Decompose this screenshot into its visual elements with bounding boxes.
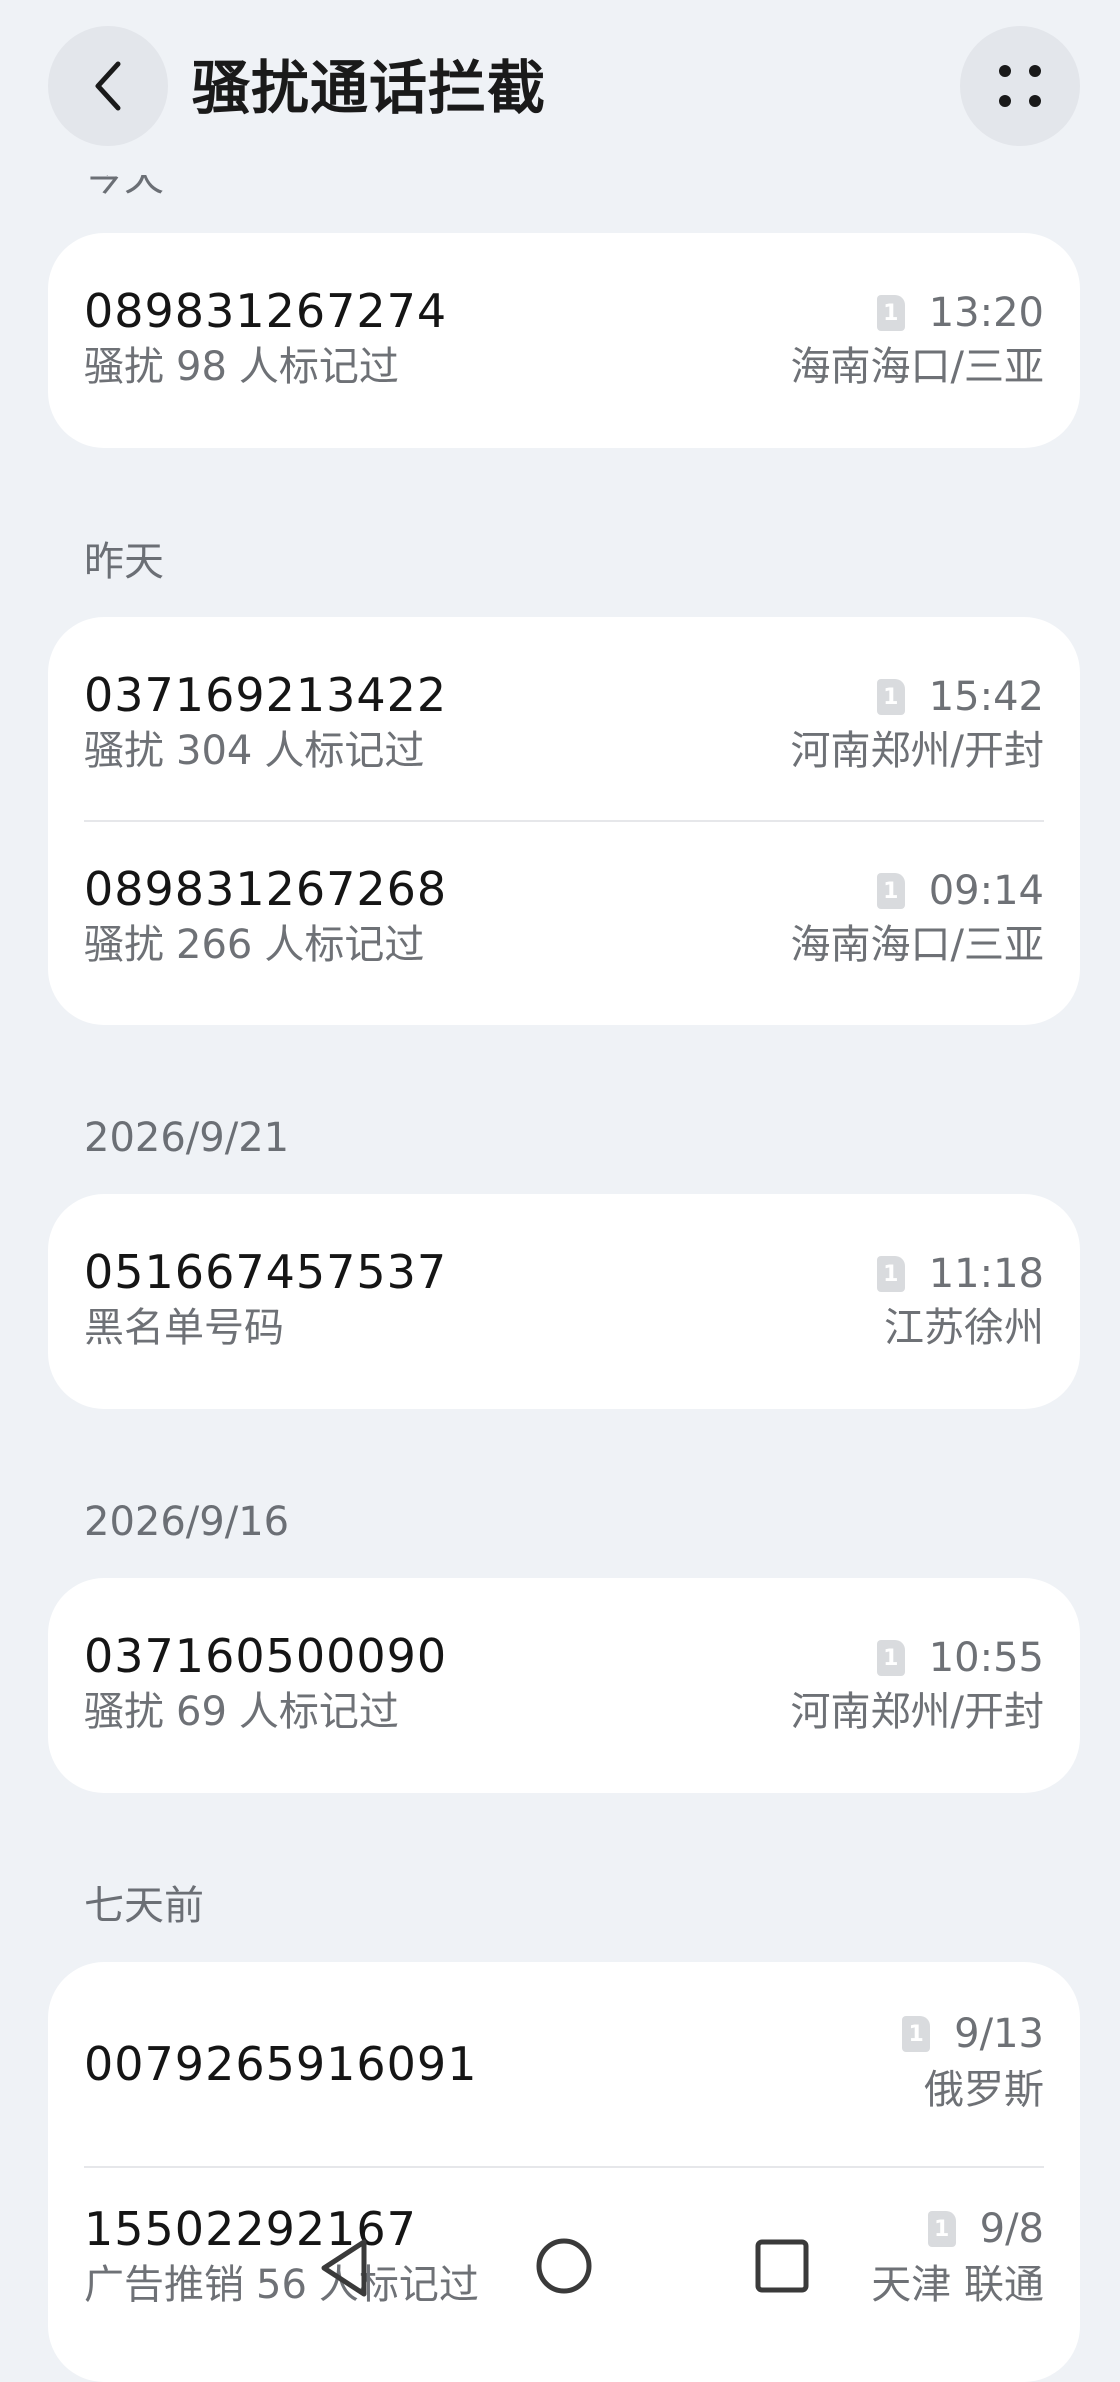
more-dots-icon: [999, 65, 1041, 107]
back-button[interactable]: [48, 26, 168, 146]
card-week: 0079265916091 1 9/13 俄罗斯 15502292167 广告推…: [48, 1962, 1080, 2382]
call-row[interactable]: 0079265916091 1 9/13 俄罗斯: [48, 1962, 1080, 2167]
call-row[interactable]: 089831267274 骚扰 98 人标记过 1 13:20 海南海口/三亚: [48, 233, 1080, 448]
call-time: 9/13: [954, 2011, 1044, 2057]
phone-number: 089831267274: [84, 284, 448, 338]
call-location: 江苏徐州: [884, 1305, 1044, 1351]
section-label-date: 2026/9/16: [84, 1499, 290, 1545]
call-description: 骚扰 98 人标记过: [84, 344, 399, 390]
phone-number: 051667457537: [84, 1245, 448, 1299]
phone-number: 037169213422: [84, 668, 448, 722]
call-time-group: 1 15:42: [876, 671, 1044, 723]
sim-card-icon: 1: [876, 679, 905, 715]
call-row[interactable]: 051667457537 黑名单号码 1 11:18 江苏徐州: [48, 1194, 1080, 1409]
call-location: 河南郑州/开封: [790, 1689, 1044, 1735]
card-yesterday: 037169213422 骚扰 304 人标记过 1 15:42 河南郑州/开封 0…: [48, 617, 1080, 1025]
section-label-week: 七天前: [84, 1883, 204, 1929]
call-time-group: 1 10:55: [876, 1632, 1044, 1684]
back-arrow-icon: [95, 61, 121, 111]
call-description: 骚扰 69 人标记过: [84, 1689, 399, 1735]
sim-card-icon: 1: [876, 295, 905, 331]
call-row[interactable]: 037160500090 骚扰 69 人标记过 1 10:55 河南郑州/开封: [48, 1578, 1080, 1793]
call-time: 10:55: [928, 1635, 1044, 1681]
section-label-yesterday: 昨天: [84, 539, 164, 585]
card-date: 037160500090 骚扰 69 人标记过 1 10:55 河南郑州/开封: [48, 1578, 1080, 1793]
phone-number: 089831267268: [84, 862, 448, 916]
card-date: 051667457537 黑名单号码 1 11:18 江苏徐州: [48, 1194, 1080, 1409]
top-app-bar: 骚扰通话拦截: [0, 0, 1120, 175]
phone-number: 037160500090: [84, 1629, 448, 1683]
call-location: 河南郑州/开封: [790, 728, 1044, 774]
call-row[interactable]: 089831267268 骚扰 266 人标记过 1 09:14 海南海口/三亚: [48, 821, 1080, 1025]
phone-number: 0079265916091: [84, 2037, 478, 2091]
call-location: 海南海口/三亚: [790, 922, 1044, 968]
call-time: 11:18: [928, 1251, 1044, 1297]
call-log-list: 今天 089831267274 骚扰 98 人标记过 1 13:20 海南海口/三亚…: [0, 0, 1120, 2382]
call-time-group: 1 11:18: [876, 1248, 1044, 1300]
call-location: 俄罗斯: [924, 2067, 1044, 2113]
nav-home-icon[interactable]: [534, 2236, 594, 2296]
sim-card-icon: 1: [876, 873, 905, 909]
call-location: 海南海口/三亚: [790, 344, 1044, 390]
nav-back-icon[interactable]: [316, 2236, 372, 2300]
sim-card-icon: 1: [902, 2016, 931, 2052]
call-description: 黑名单号码: [84, 1305, 284, 1351]
call-description: 骚扰 266 人标记过: [84, 922, 425, 968]
call-time-group: 1 13:20: [876, 287, 1044, 339]
call-time: 13:20: [928, 290, 1044, 336]
call-time-group: 1 9/13: [902, 2008, 1044, 2060]
more-options-button[interactable]: [960, 26, 1080, 146]
page-title: 骚扰通话拦截: [192, 54, 547, 122]
sim-card-icon: 1: [876, 1640, 905, 1676]
call-time-group: 1 09:14: [876, 865, 1044, 917]
sim-card-icon: 1: [876, 1256, 905, 1292]
section-label-date: 2026/9/21: [84, 1115, 290, 1161]
card-today: 089831267274 骚扰 98 人标记过 1 13:20 海南海口/三亚: [48, 233, 1080, 448]
call-time: 09:14: [928, 868, 1044, 914]
call-description: 骚扰 304 人标记过: [84, 728, 425, 774]
call-time: 15:42: [928, 674, 1044, 720]
nav-recents-icon[interactable]: [752, 2236, 812, 2296]
call-row[interactable]: 037169213422 骚扰 304 人标记过 1 15:42 河南郑州/开封: [48, 617, 1080, 821]
system-nav-bar: [0, 2230, 1120, 2315]
